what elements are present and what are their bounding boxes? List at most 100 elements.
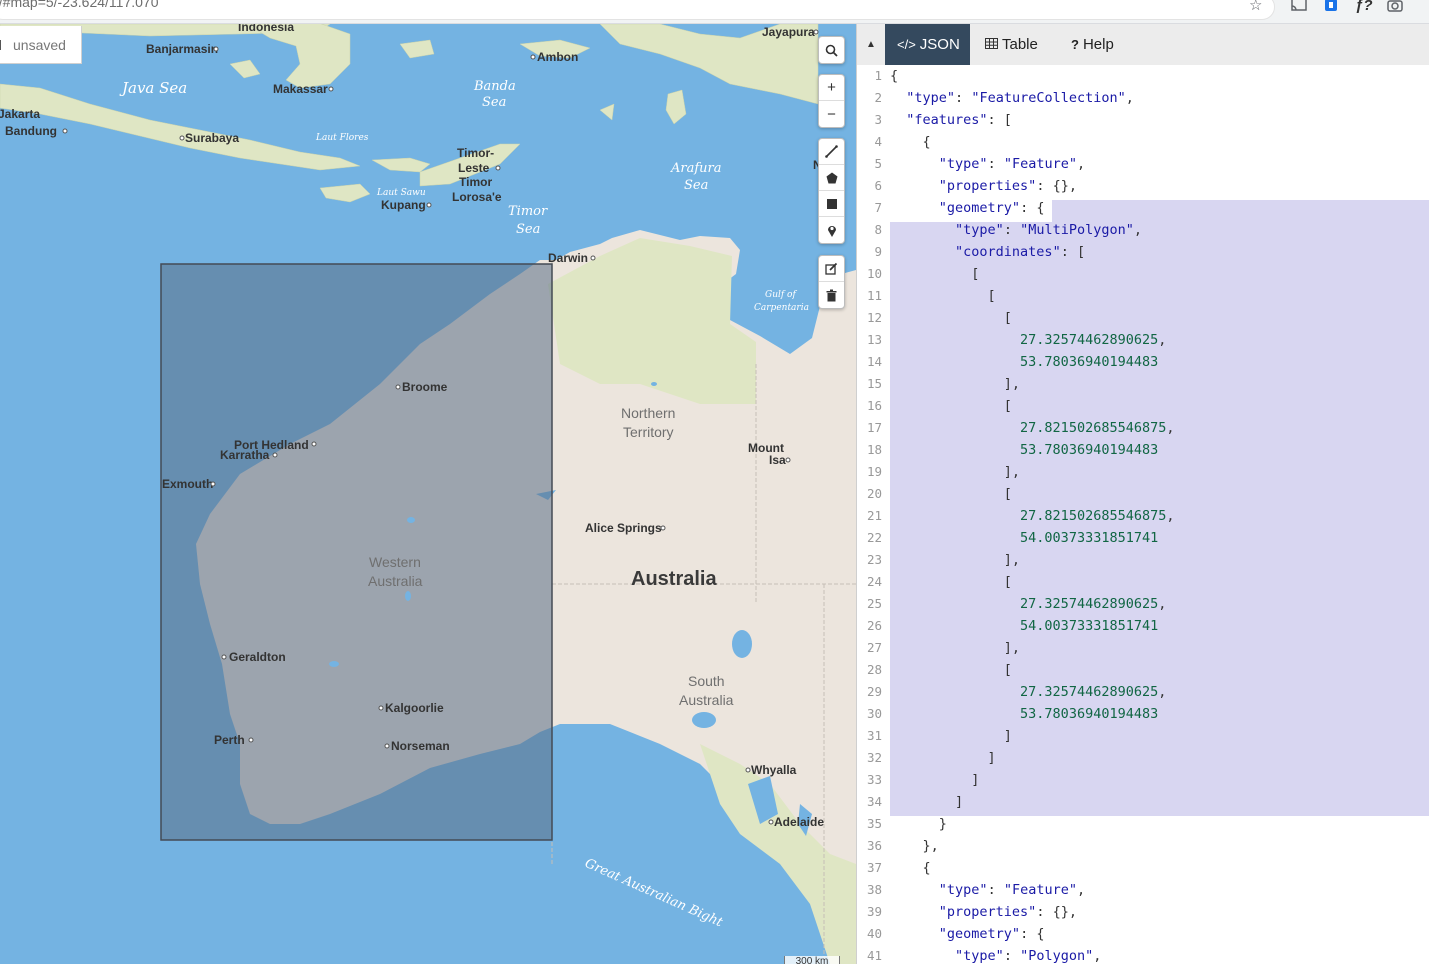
code-token: ], xyxy=(890,464,1021,480)
tab-table-label: Table xyxy=(1002,36,1038,53)
edit-layers-button[interactable] xyxy=(819,256,844,282)
code-token: , xyxy=(1125,90,1134,106)
code-text: { xyxy=(890,65,898,87)
search-button[interactable] xyxy=(819,37,844,63)
code-text: "properties": {}, xyxy=(890,901,1077,923)
code-token: , xyxy=(1166,508,1175,524)
draw-toolbar xyxy=(818,138,845,244)
code-token: [ xyxy=(890,266,980,282)
label-broome: Broome xyxy=(402,380,448,394)
url-text: o/#map=5/-23.624/117.070 xyxy=(0,0,159,10)
map-canvas[interactable]: Java Sea Banda Sea Laut Flores Arafura S… xyxy=(0,24,856,964)
code-text: ] xyxy=(890,725,1012,747)
tab-json[interactable]: </> JSON xyxy=(885,24,970,65)
extension-icon[interactable] xyxy=(1324,0,1338,16)
code-token: : xyxy=(987,156,1004,172)
table-icon xyxy=(985,37,998,52)
tab-help[interactable]: ? Help xyxy=(1059,24,1133,65)
label-laut-sawu: Laut Sawu xyxy=(376,188,426,198)
code-text: 54.00373331851741 xyxy=(890,615,1158,637)
label-banda-sea-2: Sea xyxy=(482,95,506,110)
code-token: : xyxy=(955,90,972,106)
unsaved-marker xyxy=(0,40,1,50)
code-token: { xyxy=(890,134,931,150)
rectangle-icon xyxy=(826,198,837,209)
label-darwin: Darwin xyxy=(548,251,588,265)
code-token: 27.32574462890625 xyxy=(1020,684,1159,700)
code-text: 53.78036940194483 xyxy=(890,703,1158,725)
zoom-out-button[interactable]: − xyxy=(819,101,844,127)
line-number: 25 xyxy=(866,596,882,611)
code-text: 27.32574462890625, xyxy=(890,681,1166,703)
code-text: [ xyxy=(890,263,979,285)
camera-icon[interactable] xyxy=(1387,0,1403,16)
zoom-in-button[interactable]: + xyxy=(819,75,844,101)
star-icon[interactable]: ☆ xyxy=(1249,0,1262,14)
code-line: 23 ], xyxy=(857,549,1429,571)
draw-line-button[interactable] xyxy=(819,139,844,165)
code-token: { xyxy=(890,860,931,876)
label-banjarmasin: Banjarmasin xyxy=(146,42,218,56)
fx-icon[interactable]: ƒ? xyxy=(1355,0,1373,14)
cast-icon[interactable] xyxy=(1291,0,1307,16)
code-token: "type" xyxy=(938,156,988,172)
code-token: { xyxy=(890,68,899,84)
code-token: ], xyxy=(890,552,1021,568)
code-text: "properties": {}, xyxy=(890,175,1077,197)
code-token: "features" xyxy=(906,112,988,128)
code-line: 2 "type": "FeatureCollection", xyxy=(857,87,1429,109)
label-norseman: Norseman xyxy=(391,739,450,753)
code-line: 13 27.32574462890625, xyxy=(857,329,1429,351)
code-text: ] xyxy=(890,791,963,813)
line-number: 11 xyxy=(866,288,882,303)
label-timor-leste-1: Timor- xyxy=(457,146,494,160)
code-line: 5 "type": "Feature", xyxy=(857,153,1429,175)
code-token: 53.78036940194483 xyxy=(1020,706,1159,722)
code-token: [ xyxy=(890,288,996,304)
map-scale: 300 km xyxy=(784,956,840,964)
line-number: 13 xyxy=(866,332,882,347)
label-timor-sea-1: Timor xyxy=(508,204,548,219)
delete-layers-button[interactable] xyxy=(819,282,844,308)
draw-polygon-button[interactable] xyxy=(819,165,844,191)
code-token: "type" xyxy=(906,90,956,106)
trash-icon xyxy=(826,289,837,301)
save-status: unsaved xyxy=(0,26,82,64)
code-token: , xyxy=(1093,948,1102,964)
code-token: : xyxy=(1003,222,1021,238)
draw-marker-button[interactable] xyxy=(819,217,844,243)
code-line: 3 "features": [ xyxy=(857,109,1429,131)
code-line: 22 54.00373331851741 xyxy=(857,527,1429,549)
code-token: 53.78036940194483 xyxy=(1020,354,1159,370)
tab-table[interactable]: Table xyxy=(973,24,1061,65)
code-token: , xyxy=(1076,882,1086,898)
label-gulf-1: Gulf of xyxy=(765,290,797,300)
code-text: [ xyxy=(890,395,1012,417)
json-editor[interactable]: 1{2 "type": "FeatureCollection", 3 "featu… xyxy=(857,65,1429,964)
collapse-panel-button[interactable]: ▲ xyxy=(857,24,885,65)
line-number: 7 xyxy=(874,200,882,215)
line-number: 38 xyxy=(866,882,882,897)
line-number: 24 xyxy=(866,574,882,589)
code-token: [ xyxy=(890,310,1012,326)
code-text: "type": "Feature", xyxy=(890,879,1085,901)
code-text: ] xyxy=(890,747,996,769)
code-text: } xyxy=(890,813,947,835)
code-token: : { xyxy=(1020,200,1045,216)
code-token: : {}, xyxy=(1036,904,1077,920)
code-token: "Feature" xyxy=(1003,882,1077,898)
address-bar[interactable]: o/#map=5/-23.624/117.070 xyxy=(0,0,1275,20)
line-number: 16 xyxy=(866,398,882,413)
code-line: 29 27.32574462890625, xyxy=(857,681,1429,703)
edit-toolbar xyxy=(818,255,845,309)
line-number: 18 xyxy=(866,442,882,457)
line-number: 30 xyxy=(866,706,882,721)
label-geraldton: Geraldton xyxy=(229,650,286,664)
label-timor-sea-2: Sea xyxy=(516,222,540,237)
draw-rectangle-button[interactable] xyxy=(819,191,844,217)
code-text: { xyxy=(890,857,931,879)
line-number: 19 xyxy=(866,464,882,479)
